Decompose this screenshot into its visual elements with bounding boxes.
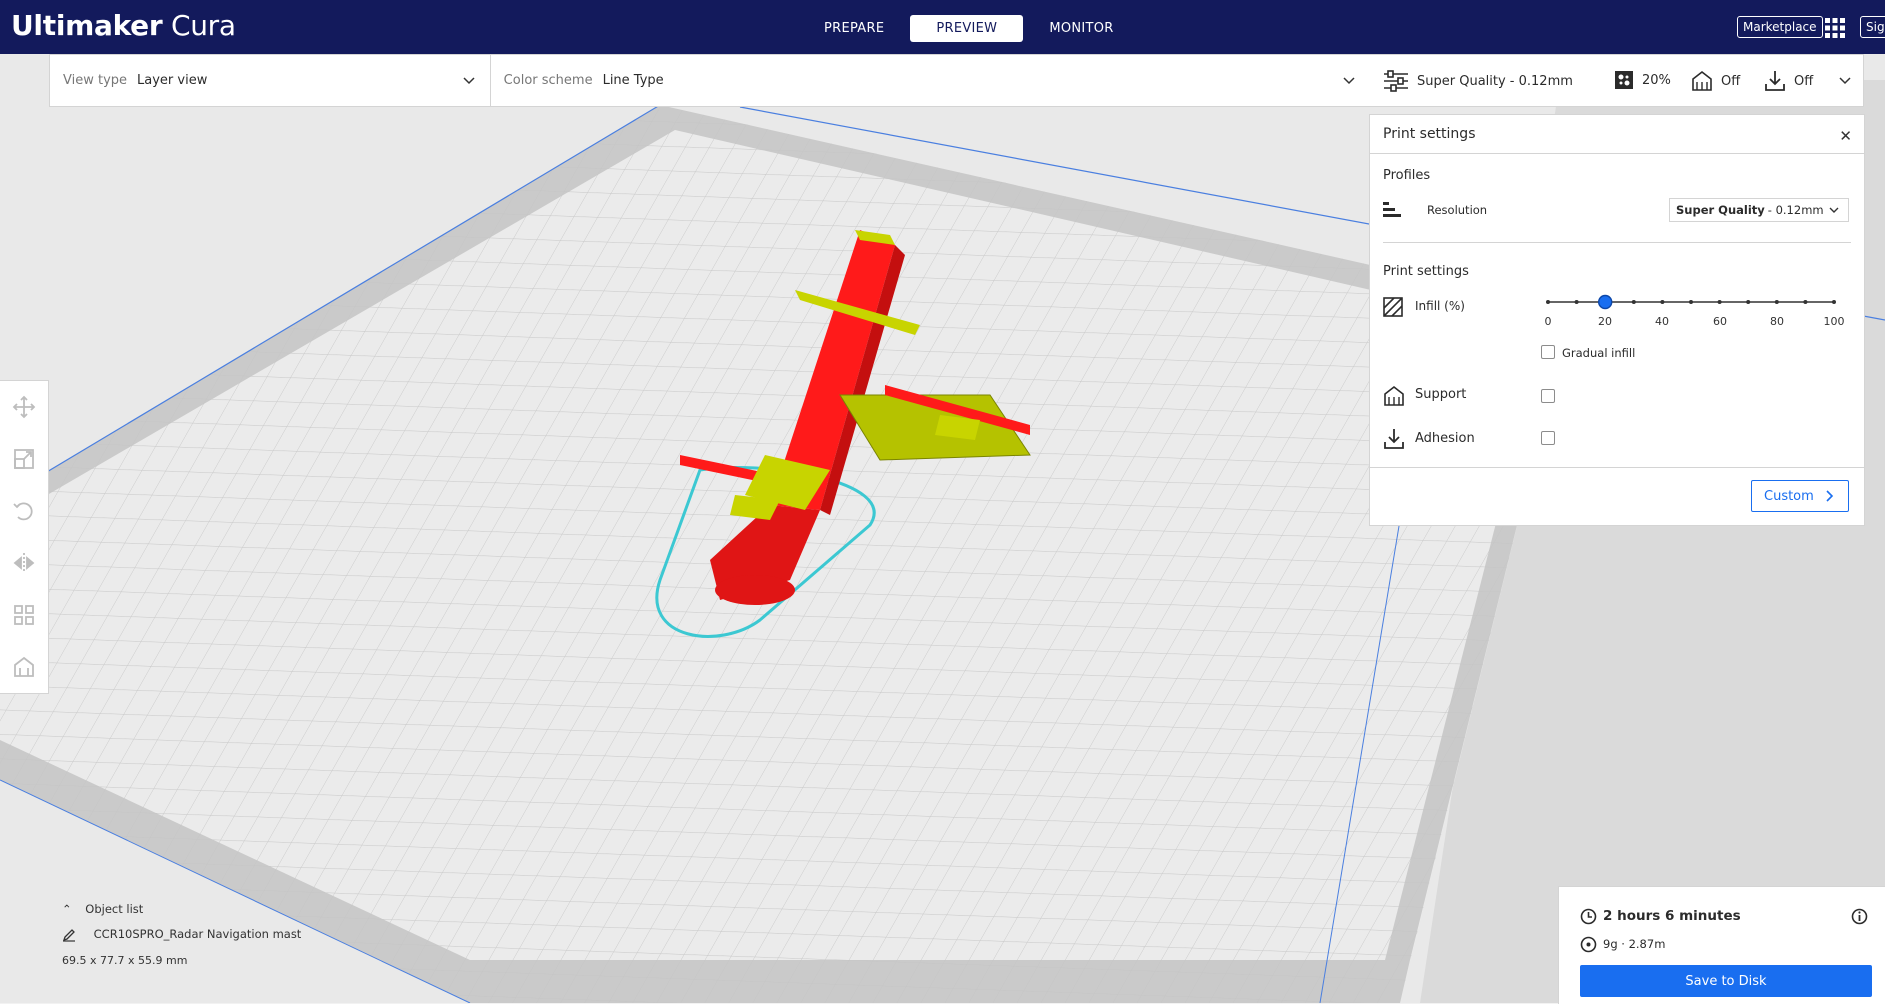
object-list-header: Object list xyxy=(85,902,144,916)
infill-icon xyxy=(1615,71,1633,89)
print-info-panel: 2 hours 6 minutes 9g · 2.87m Save to Dis… xyxy=(1558,886,1885,1004)
save-to-disk-button[interactable]: Save to Disk xyxy=(1580,965,1872,997)
app-grid-icon[interactable] xyxy=(1824,17,1846,39)
mirror-tool-icon[interactable] xyxy=(12,551,36,575)
print-settings-heading: Print settings xyxy=(1383,264,1469,279)
object-name: CCR10SPRO_Radar Navigation mast xyxy=(93,927,302,941)
material-usage: 9g · 2.87m xyxy=(1603,937,1666,951)
chevron-up-icon: ⌃ xyxy=(62,902,72,916)
gradual-infill-label: Gradual infill xyxy=(1562,346,1636,360)
view-type-label: View type xyxy=(63,73,128,88)
scale-tool-icon[interactable] xyxy=(12,447,36,471)
pencil-icon xyxy=(62,928,75,942)
support-label: Support xyxy=(1415,387,1467,402)
custom-settings-button[interactable]: Custom xyxy=(1751,480,1849,512)
infill-tick-label: 40 xyxy=(1655,315,1669,328)
support-blocker-icon[interactable] xyxy=(12,655,36,679)
custom-button-label: Custom xyxy=(1764,488,1814,504)
resolution-select-rest: - 0.12mm xyxy=(1767,203,1824,217)
chevron-down-icon xyxy=(463,77,475,85)
view-toolbar: View type Layer view Color scheme Line T… xyxy=(49,54,1371,107)
resolution-icon xyxy=(1383,202,1401,217)
view-type-value: Layer view xyxy=(137,73,208,88)
tab-prepare[interactable]: PREPARE xyxy=(798,15,910,42)
view-type-dropdown[interactable]: View type Layer view xyxy=(50,55,491,106)
chevron-right-icon xyxy=(1826,490,1834,502)
resolution-select-bold: Super Quality xyxy=(1676,203,1765,217)
adhesion-summary: Off xyxy=(1764,70,1813,92)
adhesion-icon xyxy=(1384,429,1404,449)
app-logo: Ultimaker Cura xyxy=(11,9,236,42)
marketplace-button[interactable]: Marketplace xyxy=(1737,16,1823,38)
infill-tick-label: 20 xyxy=(1598,315,1612,328)
profile-summary-text: Super Quality - 0.12mm xyxy=(1417,73,1573,89)
infill-tick-label: 60 xyxy=(1713,315,1727,328)
info-icon[interactable] xyxy=(1851,908,1868,925)
infill-slider[interactable] xyxy=(1544,290,1844,314)
sliders-icon xyxy=(1384,70,1408,92)
move-tool-icon[interactable] xyxy=(12,395,36,419)
per-model-settings-icon[interactable] xyxy=(12,603,36,627)
color-scheme-dropdown[interactable]: Color scheme Line Type xyxy=(491,55,1370,106)
chevron-down-icon xyxy=(1343,77,1355,85)
print-settings-panel: Print settings ✕ Profiles Resolution Sup… xyxy=(1369,114,1865,526)
close-icon[interactable]: ✕ xyxy=(1839,127,1852,145)
chevron-down-icon xyxy=(1829,207,1839,213)
divider xyxy=(1383,242,1851,243)
adhesion-icon xyxy=(1765,71,1785,91)
resolution-label: Resolution xyxy=(1427,203,1488,217)
support-checkbox[interactable] xyxy=(1541,389,1555,403)
tab-monitor[interactable]: MONITOR xyxy=(1023,15,1139,42)
object-list-toggle[interactable]: ⌃ Object list xyxy=(62,902,143,916)
infill-tick-label: 80 xyxy=(1770,315,1784,328)
color-scheme-value: Line Type xyxy=(602,73,664,88)
color-scheme-label: Color scheme xyxy=(503,73,593,88)
object-dimensions: 69.5 x 77.7 x 55.9 mm xyxy=(62,954,188,967)
adhesion-label: Adhesion xyxy=(1415,431,1475,446)
support-icon xyxy=(1384,385,1404,406)
infill-icon xyxy=(1383,297,1403,317)
rotate-tool-icon[interactable] xyxy=(12,499,36,523)
infill-summary: 20% xyxy=(1614,70,1671,90)
spool-icon xyxy=(1580,936,1597,953)
infill-summary-text: 20% xyxy=(1642,72,1671,88)
profile-summary: Super Quality - 0.12mm xyxy=(1383,70,1573,92)
print-setup-selector[interactable]: Super Quality - 0.12mm 20% Off Off xyxy=(1369,54,1864,107)
profiles-heading: Profiles xyxy=(1383,168,1431,183)
infill-tick-label: 100 xyxy=(1823,315,1845,328)
panel-title: Print settings xyxy=(1383,126,1476,142)
support-icon xyxy=(1692,70,1712,91)
object-name-row[interactable]: CCR10SPRO_Radar Navigation mast xyxy=(62,927,301,942)
infill-label: Infill (%) xyxy=(1415,299,1465,313)
top-header: Ultimaker Cura PREPARE PREVIEW MONITOR M… xyxy=(0,0,1885,54)
divider xyxy=(1370,153,1864,154)
support-summary-text: Off xyxy=(1721,73,1741,89)
slider-handle xyxy=(1598,294,1613,310)
chevron-down-icon[interactable] xyxy=(1838,73,1852,87)
clock-icon xyxy=(1580,908,1597,925)
support-summary: Off xyxy=(1691,70,1740,92)
adhesion-checkbox[interactable] xyxy=(1541,431,1555,445)
tab-preview[interactable]: PREVIEW xyxy=(910,15,1024,42)
infill-tick-label: 0 xyxy=(1544,315,1552,328)
signin-button[interactable]: Sign in xyxy=(1860,16,1885,38)
adhesion-summary-text: Off xyxy=(1794,73,1814,89)
divider xyxy=(1370,467,1864,468)
print-time: 2 hours 6 minutes xyxy=(1603,908,1741,924)
resolution-select[interactable]: Super Quality - 0.12mm xyxy=(1669,198,1849,222)
stage-tabs: PREPARE PREVIEW MONITOR xyxy=(798,15,1140,42)
gradual-infill-checkbox[interactable] xyxy=(1541,345,1555,359)
tool-rail xyxy=(0,380,49,694)
